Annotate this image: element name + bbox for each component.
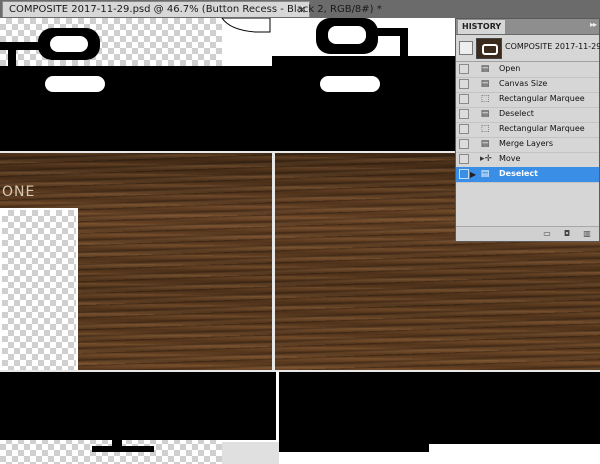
document-tab[interactable]: COMPOSITE 2017-11-29.psd @ 46.7% (Button… xyxy=(2,1,382,17)
document-tab-bar: COMPOSITE 2017-11-29.psd @ 46.7% (Button… xyxy=(0,0,600,19)
history-brush-checkbox[interactable] xyxy=(459,154,469,164)
document-icon: ▤ xyxy=(480,169,490,179)
canvas-text-fragment: ONE xyxy=(2,184,36,200)
gray-canvas-margin xyxy=(222,442,279,464)
document-icon: ▤ xyxy=(480,64,490,74)
history-state-slider-icon[interactable]: ▶ xyxy=(470,170,476,179)
bottom-black-bar-right-lower xyxy=(279,442,429,452)
history-tab[interactable]: HISTORY xyxy=(458,20,506,34)
snapshot-thumbnail-icon xyxy=(476,38,502,59)
new-document-from-state-icon[interactable]: ▭ xyxy=(542,229,552,238)
history-state-row-selected[interactable]: ▶ ▤ Deselect xyxy=(456,167,599,183)
stand-base xyxy=(92,446,154,452)
document-icon: ▤ xyxy=(480,109,490,119)
history-state-label: Rectangular Marquee xyxy=(499,94,585,103)
trash-icon[interactable]: ▥ xyxy=(582,229,592,238)
history-snapshot[interactable]: COMPOSITE 2017-11-29.... xyxy=(456,35,600,62)
history-brush-checkbox[interactable] xyxy=(459,109,469,119)
history-brush-checkbox[interactable] xyxy=(459,64,469,74)
panel-menu-icon[interactable]: ▸▸ xyxy=(590,20,597,29)
history-panel-footer: ▭ ◘ ▥ xyxy=(456,226,599,241)
history-state-row[interactable]: ▤ Canvas Size xyxy=(456,77,599,93)
history-brush-checkbox[interactable] xyxy=(459,124,469,134)
bottom-black-bar-right xyxy=(279,372,600,444)
marquee-icon: ⬚ xyxy=(480,94,490,104)
bottom-black-bar-left xyxy=(0,372,276,440)
wood-seam-vertical xyxy=(272,152,275,372)
history-state-row[interactable]: ⬚ Rectangular Marquee xyxy=(456,92,599,108)
history-state-label: Merge Layers xyxy=(499,139,553,148)
history-brush-source-icon[interactable] xyxy=(459,41,473,55)
history-state-row[interactable]: ▤ Merge Layers xyxy=(456,137,599,153)
history-state-row[interactable]: ▸✛ Move xyxy=(456,152,599,168)
history-panel: HISTORY ▸▸ COMPOSITE 2017-11-29.... ▤ Op… xyxy=(455,18,600,242)
snapshot-label: COMPOSITE 2017-11-29.... xyxy=(505,42,600,51)
screen-recess-checker xyxy=(0,208,78,372)
history-state-label: Rectangular Marquee xyxy=(499,124,585,133)
history-state-row[interactable]: ▤ Open xyxy=(456,62,599,78)
marquee-icon: ⬚ xyxy=(480,124,490,134)
history-brush-checkbox[interactable] xyxy=(459,94,469,104)
history-panel-header: HISTORY ▸▸ xyxy=(456,19,599,35)
document-icon: ▤ xyxy=(480,79,490,89)
history-state-label: Deselect xyxy=(499,109,534,118)
document-tab-title: COMPOSITE 2017-11-29.psd @ 46.7% (Button… xyxy=(9,4,382,15)
history-state-label: Canvas Size xyxy=(499,79,548,88)
history-brush-checkbox[interactable] xyxy=(459,79,469,89)
close-icon[interactable]: × xyxy=(297,3,306,16)
history-brush-checkbox[interactable] xyxy=(459,139,469,149)
history-brush-checkbox[interactable] xyxy=(459,169,469,179)
history-state-row[interactable]: ⬚ Rectangular Marquee xyxy=(456,122,599,138)
bottom-seam xyxy=(0,370,600,372)
history-state-label: Deselect xyxy=(499,169,538,178)
history-state-label: Move xyxy=(499,154,521,163)
camera-icon[interactable]: ◘ xyxy=(562,229,572,238)
history-state-label: Open xyxy=(499,64,521,73)
document-icon: ▤ xyxy=(480,139,490,149)
history-state-row[interactable]: ▤ Deselect xyxy=(456,107,599,123)
move-icon: ▸✛ xyxy=(480,154,493,164)
